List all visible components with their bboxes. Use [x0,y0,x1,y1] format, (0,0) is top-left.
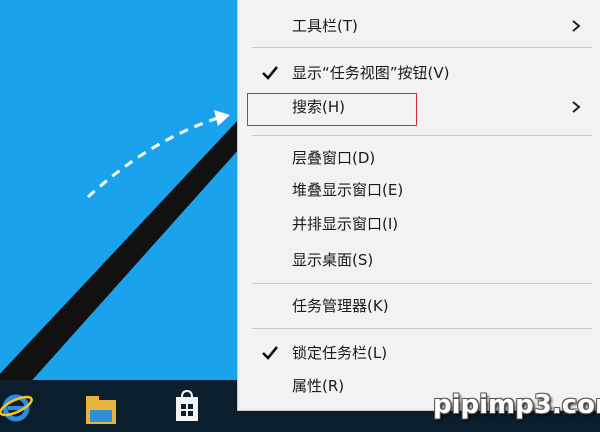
menu-separator [252,328,592,329]
diagonal-stripe [0,118,240,405]
menu-item-label: 层叠窗口(D) [292,149,376,167]
taskbar-button-ie[interactable] [0,380,60,432]
menu-separator [252,47,592,48]
dashed-arrow-head [214,110,230,126]
menu-item-label: 堆叠显示窗口(E) [292,181,404,199]
menu-item-label: 属性(R) [292,377,345,395]
menu-separator [252,283,592,284]
menu-item-task-manager[interactable]: 任务管理器(K) [238,292,600,320]
taskbar-button-file-explorer[interactable] [72,380,132,432]
chevron-right-icon [572,101,581,113]
checkmark-icon [262,66,279,80]
chevron-right-icon [572,20,581,32]
menu-item-label: 显示桌面(S) [292,251,374,269]
checkmark-icon [262,346,279,360]
menu-separator [252,135,592,136]
menu-item-label: 工具栏(T) [292,17,358,35]
menu-item-show-task-view-button[interactable]: 显示“任务视图”按钮(V) [238,59,600,87]
menu-item-lock-taskbar[interactable]: 锁定任务栏(L) [238,339,600,367]
taskbar-context-menu: 工具栏(T) 显示“任务视图”按钮(V) 搜索(H) 层叠窗口(D) 堆叠显示窗… [237,0,600,411]
menu-item-toolbars[interactable]: 工具栏(T) [238,12,600,40]
menu-item-cascade-windows[interactable]: 层叠窗口(D) [238,144,600,172]
search-highlight-box [247,93,417,126]
taskbar-button-store[interactable] [160,380,220,432]
menu-item-show-windows-stacked[interactable]: 堆叠显示窗口(E) [238,176,600,204]
ie-icon [0,394,33,422]
watermark-text: pipimp3.com [433,390,600,420]
file-explorer-icon [86,396,116,424]
menu-item-show-desktop[interactable]: 显示桌面(S) [238,246,600,274]
store-icon [176,389,198,421]
menu-item-label: 任务管理器(K) [292,297,389,315]
menu-item-label: 并排显示窗口(I) [292,215,399,233]
menu-item-label: 锁定任务栏(L) [292,344,388,362]
menu-item-show-windows-side-by-side[interactable]: 并排显示窗口(I) [238,210,600,238]
menu-item-label: 显示“任务视图”按钮(V) [292,64,450,82]
